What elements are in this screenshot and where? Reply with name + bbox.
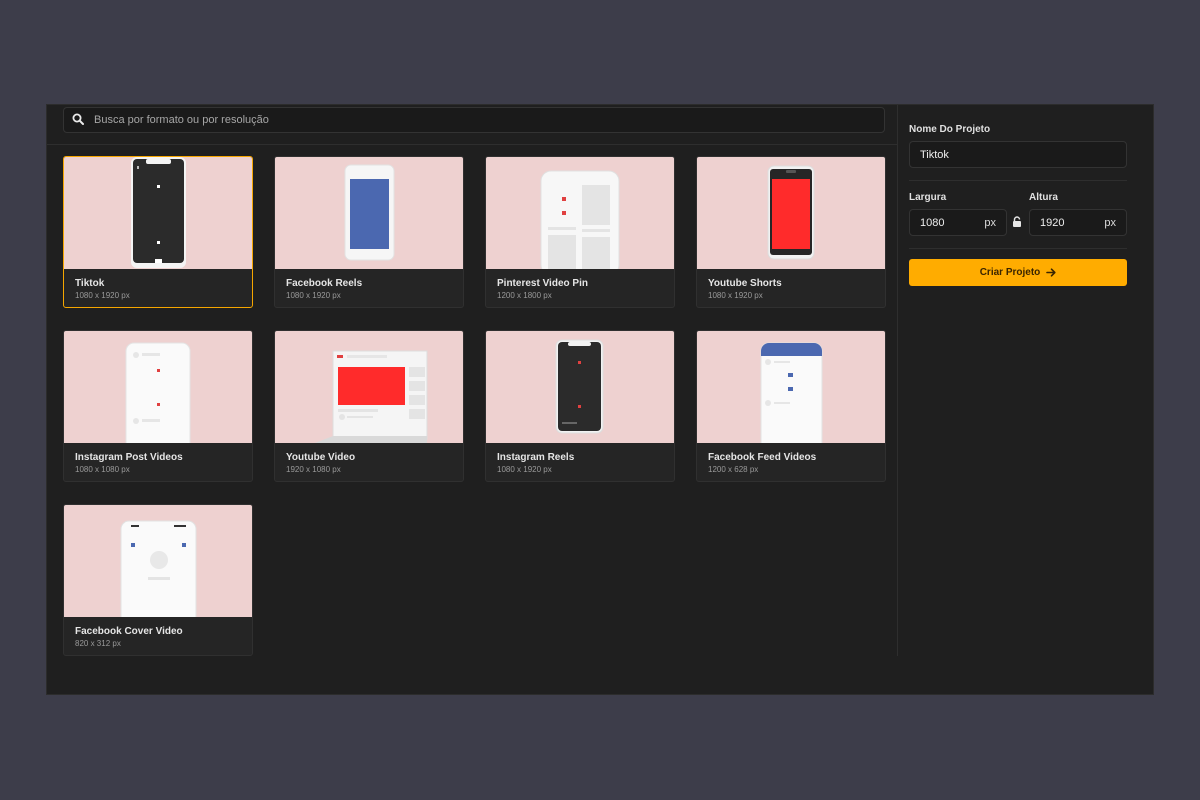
panel-divider xyxy=(897,105,898,656)
format-thumbnail xyxy=(275,331,463,443)
lock-icon[interactable] xyxy=(1012,216,1024,228)
format-card-pinterest-video-pin[interactable]: Pinterest Video Pin 1200 x 1800 px xyxy=(485,156,675,308)
height-unit: px xyxy=(1104,216,1116,229)
width-unit: px xyxy=(984,216,996,229)
format-title: Instagram Reels xyxy=(497,452,575,463)
format-title: Youtube Video xyxy=(286,452,356,463)
format-resolution: 1080 x 1920 px xyxy=(708,291,763,300)
project-name-label: Nome Do Projeto xyxy=(909,124,991,135)
format-card-instagram-post-videos[interactable]: Instagram Post Videos 1080 x 1080 px xyxy=(63,330,253,482)
format-title: Facebook Cover Video xyxy=(75,626,183,637)
format-thumbnail xyxy=(486,331,674,443)
create-project-button[interactable]: Criar Projeto xyxy=(909,259,1127,286)
youtube-shorts-phone-mockup xyxy=(767,165,815,260)
search-box[interactable] xyxy=(63,107,885,133)
width-input[interactable] xyxy=(920,216,980,229)
instagram-reels-phone-mockup xyxy=(555,339,604,434)
facebook-cover-phone-mockup xyxy=(120,520,197,617)
format-thumbnail xyxy=(697,157,885,269)
youtube-laptop-mockup xyxy=(315,350,428,443)
width-field[interactable]: px xyxy=(909,209,1007,236)
divider xyxy=(909,180,1127,181)
project-name-field[interactable] xyxy=(909,141,1127,168)
instagram-post-phone-mockup xyxy=(125,342,191,443)
height-field[interactable]: px xyxy=(1029,209,1127,236)
format-resolution: 1200 x 628 px xyxy=(708,465,759,474)
arrow-right-icon xyxy=(1046,268,1056,277)
format-resolution: 1080 x 1080 px xyxy=(75,465,130,474)
create-project-label: Criar Projeto xyxy=(979,267,1041,278)
height-input[interactable] xyxy=(1040,216,1100,229)
format-picker: Tiktok 1080 x 1920 px Facebook Reels 108… xyxy=(47,105,897,656)
format-thumbnail xyxy=(64,331,252,443)
format-title: Pinterest Video Pin xyxy=(497,278,588,289)
format-card-instagram-reels[interactable]: Instagram Reels 1080 x 1920 px xyxy=(485,330,675,482)
height-label: Altura xyxy=(1029,192,1058,203)
format-title: Instagram Post Videos xyxy=(75,452,183,463)
facebook-feed-phone-mockup xyxy=(760,342,823,443)
format-thumbnail xyxy=(64,157,252,269)
format-thumbnail xyxy=(64,505,252,617)
format-resolution: 1200 x 1800 px xyxy=(497,291,552,300)
divider xyxy=(47,144,897,145)
format-card-tiktok[interactable]: Tiktok 1080 x 1920 px xyxy=(63,156,253,308)
format-thumbnail xyxy=(486,157,674,269)
search-input[interactable] xyxy=(94,114,884,126)
format-card-youtube-video[interactable]: Youtube Video 1920 x 1080 px xyxy=(274,330,464,482)
format-title: Tiktok xyxy=(75,278,105,289)
pinterest-phone-mockup xyxy=(540,170,620,269)
format-resolution: 1080 x 1920 px xyxy=(497,465,552,474)
format-title: Youtube Shorts xyxy=(708,278,782,289)
format-title: Facebook Reels xyxy=(286,278,363,289)
facebook-reels-phone-mockup xyxy=(344,164,395,261)
new-project-dialog: Tiktok 1080 x 1920 px Facebook Reels 108… xyxy=(46,104,1154,695)
format-resolution: 1920 x 1080 px xyxy=(286,465,341,474)
project-name-input[interactable] xyxy=(920,148,1116,161)
format-card-youtube-shorts[interactable]: Youtube Shorts 1080 x 1920 px xyxy=(696,156,886,308)
format-grid: Tiktok 1080 x 1920 px Facebook Reels 108… xyxy=(63,156,886,656)
format-card-facebook-reels[interactable]: Facebook Reels 1080 x 1920 px xyxy=(274,156,464,308)
width-label: Largura xyxy=(909,192,947,203)
format-resolution: 1080 x 1920 px xyxy=(75,291,130,300)
tiktok-phone-mockup xyxy=(131,157,186,268)
divider xyxy=(909,248,1127,249)
search-icon xyxy=(72,113,86,127)
format-title: Facebook Feed Videos xyxy=(708,452,817,463)
format-thumbnail xyxy=(275,157,463,269)
format-thumbnail xyxy=(697,331,885,443)
format-resolution: 1080 x 1920 px xyxy=(286,291,341,300)
format-resolution: 820 x 312 px xyxy=(75,639,121,648)
format-card-facebook-feed-videos[interactable]: Facebook Feed Videos 1200 x 628 px xyxy=(696,330,886,482)
format-card-facebook-cover-video[interactable]: Facebook Cover Video 820 x 312 px xyxy=(63,504,253,656)
